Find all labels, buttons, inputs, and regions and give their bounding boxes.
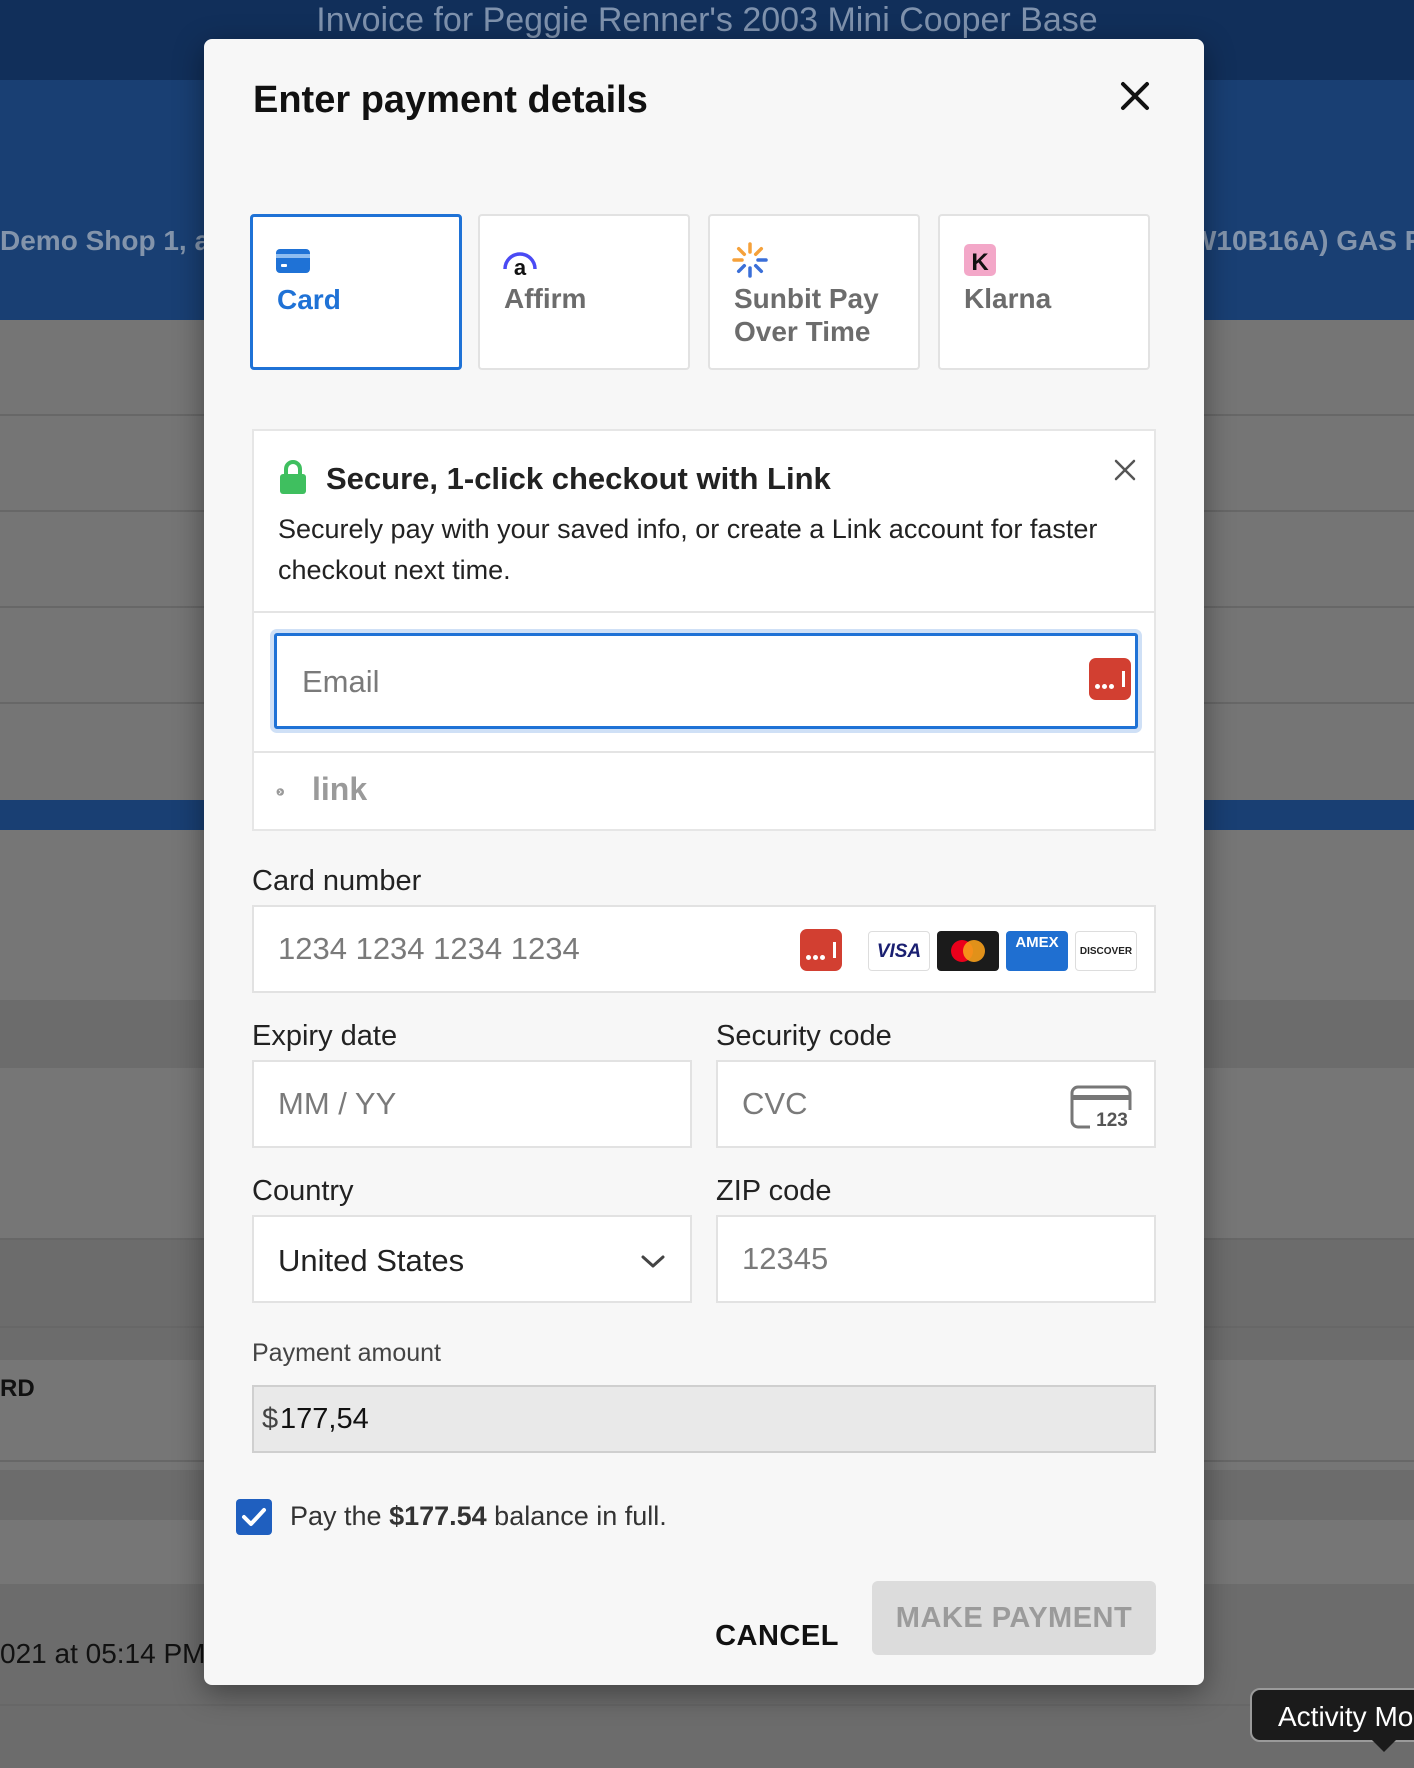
background-page-title: Invoice for Peggie Renner's 2003 Mini Co… xyxy=(316,1,1098,39)
svg-text:K: K xyxy=(971,249,989,276)
pay-in-full-checkbox[interactable] xyxy=(236,1499,272,1535)
svg-text:a: a xyxy=(514,255,527,278)
link-checkout-panel: Secure, 1-click checkout with Link Secur… xyxy=(252,429,1156,831)
balance-amount: $177.54 xyxy=(389,1501,487,1531)
checkmark-icon xyxy=(242,1508,266,1526)
svg-text:123: 123 xyxy=(1096,1110,1128,1130)
link-description: Securely pay with your saved info, or cr… xyxy=(278,514,1098,585)
card-number-field: VISA AMEX DISCOVER xyxy=(252,905,1156,993)
make-payment-button[interactable]: MAKE PAYMENT xyxy=(872,1581,1156,1655)
country-select[interactable]: United States xyxy=(252,1215,692,1303)
discover-icon: DISCOVER xyxy=(1075,931,1137,971)
modal-title: Enter payment details xyxy=(253,79,648,121)
expiry-label: Expiry date xyxy=(252,1020,398,1052)
card-icon xyxy=(276,249,310,273)
zip-field xyxy=(716,1215,1156,1303)
tab-label: Affirm xyxy=(504,283,587,314)
password-manager-icon[interactable] xyxy=(800,929,842,971)
link-logo-icon xyxy=(276,788,284,796)
cvc-card-icon: 123 xyxy=(1070,1085,1132,1130)
background-date-text: 021 at 05:14 PM xyxy=(0,1638,206,1669)
amex-icon: AMEX xyxy=(1006,931,1068,971)
sunbit-icon xyxy=(732,242,768,278)
payment-amount-field[interactable]: $ 177,54 xyxy=(252,1385,1156,1453)
activity-tooltip-tail xyxy=(1372,1740,1396,1752)
email-field-wrapper xyxy=(274,633,1138,729)
visa-icon: VISA xyxy=(868,931,930,971)
close-icon[interactable] xyxy=(1112,73,1158,119)
chevron-down-icon xyxy=(641,1255,665,1268)
affirm-icon: a xyxy=(503,252,537,278)
background-vehicle-text: W10B16A) GAS F xyxy=(1190,225,1414,256)
pay-in-full-label: Pay the $177.54 balance in full. xyxy=(290,1501,667,1531)
tab-label: Card xyxy=(277,284,341,315)
tab-label: Klarna xyxy=(964,283,1052,314)
activity-tooltip[interactable]: Activity Mo xyxy=(1250,1688,1414,1742)
tab-klarna[interactable]: K Klarna xyxy=(938,214,1150,370)
password-manager-icon[interactable] xyxy=(1089,658,1131,700)
divider xyxy=(254,751,1154,753)
divider xyxy=(254,611,1154,613)
card-number-label: Card number xyxy=(252,865,422,897)
expiry-field xyxy=(252,1060,692,1148)
klarna-icon: K xyxy=(964,244,996,276)
background-row-label: RD xyxy=(0,1375,35,1402)
currency-symbol: $ xyxy=(262,1403,279,1435)
link-logo-text: link xyxy=(312,771,368,807)
row-divider xyxy=(0,1704,1414,1706)
cancel-button[interactable]: CANCEL xyxy=(692,1601,862,1671)
zip-label: ZIP code xyxy=(716,1175,832,1207)
mastercard-icon xyxy=(937,931,999,971)
link-title: Secure, 1-click checkout with Link xyxy=(326,461,831,496)
lock-icon xyxy=(280,460,306,494)
tab-affirm[interactable]: a Affirm xyxy=(478,214,690,370)
country-value: United States xyxy=(278,1243,465,1278)
close-icon[interactable] xyxy=(1112,457,1138,483)
email-input[interactable] xyxy=(277,636,1064,728)
country-label: Country xyxy=(252,1175,354,1207)
tab-sunbit[interactable]: Sunbit Pay Over Time xyxy=(708,214,920,370)
tab-label: Sunbit Pay Over Time xyxy=(734,283,879,347)
payment-amount-value: 177,54 xyxy=(280,1403,369,1435)
security-code-field: 123 xyxy=(716,1060,1156,1148)
background-shop-text: Demo Shop 1, a d xyxy=(0,225,235,256)
security-code-label: Security code xyxy=(716,1020,892,1052)
zip-input[interactable] xyxy=(718,1217,1154,1301)
payment-amount-label: Payment amount xyxy=(252,1339,441,1367)
payment-modal: Enter payment details Card a Affirm Sunb… xyxy=(204,39,1204,1685)
tab-card[interactable]: Card xyxy=(250,214,462,370)
expiry-input[interactable] xyxy=(254,1062,690,1146)
